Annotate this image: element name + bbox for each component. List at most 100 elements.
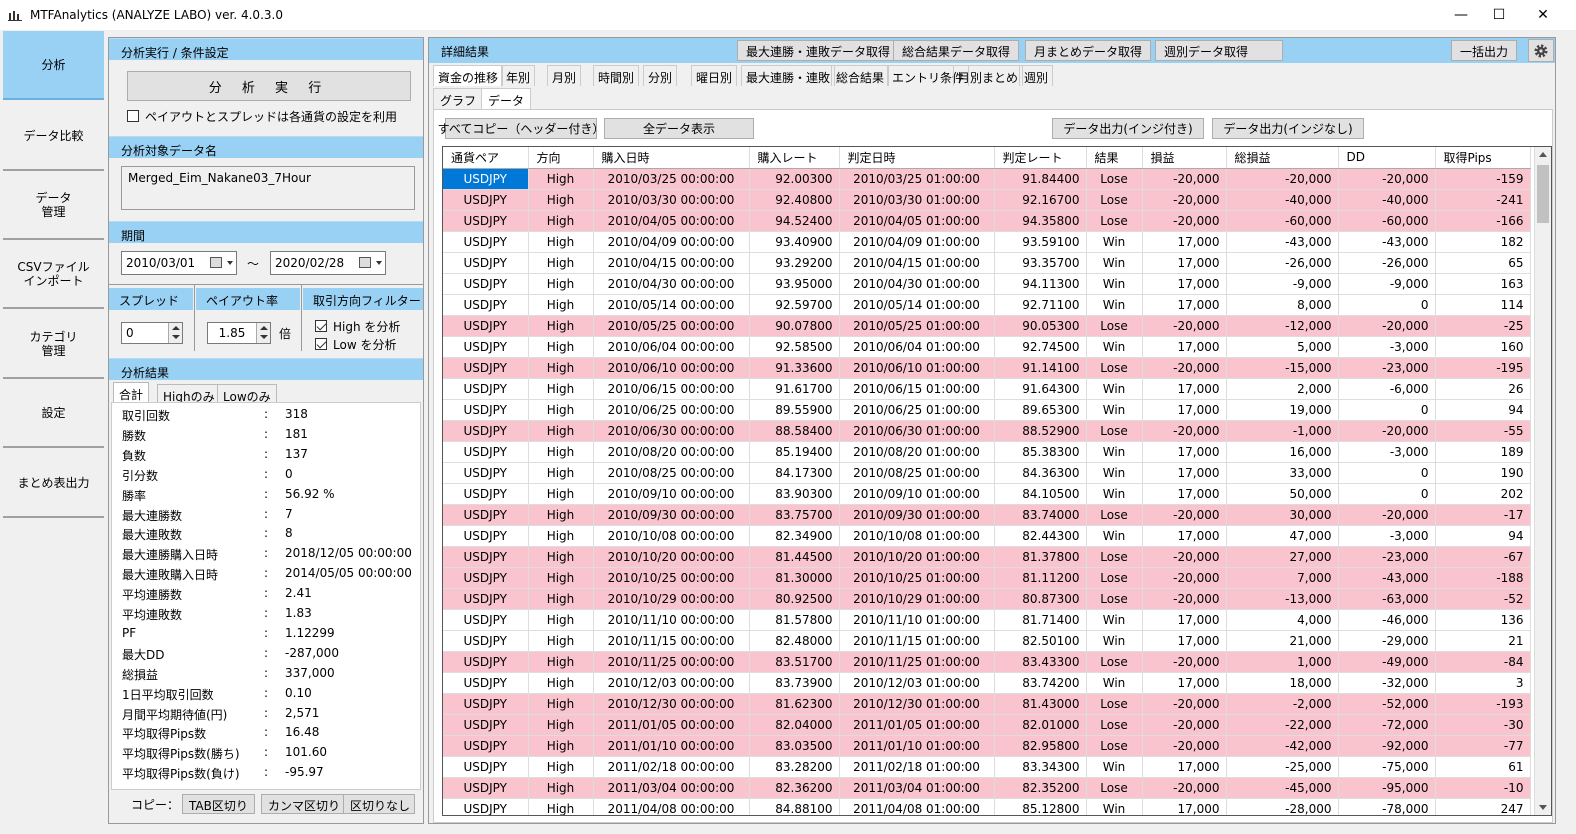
- table-cell[interactable]: -40,000: [1338, 189, 1436, 211]
- result-tab-low[interactable]: Lowのみ: [217, 384, 277, 404]
- table-cell[interactable]: 82.48000: [749, 630, 840, 652]
- table-cell[interactable]: High: [528, 714, 594, 736]
- table-cell[interactable]: Lose: [1086, 546, 1143, 568]
- table-cell[interactable]: High: [528, 420, 594, 442]
- spread-stepper[interactable]: 0: [121, 322, 183, 344]
- table-cell[interactable]: USDJPY: [443, 588, 529, 610]
- table-cell[interactable]: High: [528, 756, 594, 778]
- table-cell[interactable]: -52: [1435, 588, 1531, 610]
- table-cell[interactable]: 182: [1435, 231, 1531, 253]
- table-row[interactable]: USDJPY High 2010/10/08 00:00:00 82.34900 201…: [443, 525, 1531, 547]
- table-cell[interactable]: -20,000: [1142, 567, 1227, 589]
- table-cell[interactable]: 0: [1338, 462, 1436, 484]
- table-cell[interactable]: 2010/11/25 00:00:00: [593, 651, 750, 673]
- table-cell[interactable]: Win: [1086, 756, 1143, 778]
- minimize-button[interactable]: —: [1441, 2, 1481, 28]
- table-cell[interactable]: USDJPY: [443, 651, 529, 673]
- table-cell[interactable]: 65: [1435, 252, 1531, 274]
- table-cell[interactable]: 81.44500: [749, 546, 840, 568]
- column-header[interactable]: 結果: [1086, 147, 1143, 169]
- table-cell[interactable]: 2010/05/14 00:00:00: [593, 294, 750, 316]
- main-tab-7[interactable]: 総合結果: [831, 65, 890, 86]
- table-cell[interactable]: Win: [1086, 378, 1143, 400]
- table-cell[interactable]: 2011/04/08 01:00:00: [839, 798, 995, 815]
- table-cell[interactable]: 83.34300: [994, 756, 1087, 778]
- table-cell[interactable]: USDJPY: [443, 756, 529, 778]
- table-cell[interactable]: 2010/06/30 00:00:00: [593, 420, 750, 442]
- table-cell[interactable]: 85.12800: [994, 798, 1087, 815]
- table-cell[interactable]: -84: [1435, 651, 1531, 673]
- table-cell[interactable]: -30: [1435, 714, 1531, 736]
- table-cell[interactable]: -2,000: [1226, 693, 1339, 715]
- table-cell[interactable]: 2010/12/30 01:00:00: [839, 693, 995, 715]
- table-cell[interactable]: 81.71400: [994, 609, 1087, 631]
- table-cell[interactable]: 2010/04/15 00:00:00: [593, 252, 750, 274]
- table-cell[interactable]: Lose: [1086, 777, 1143, 799]
- table-row[interactable]: USDJPY High 2010/06/15 00:00:00 91.61700 201…: [443, 378, 1531, 400]
- table-cell[interactable]: 30,000: [1226, 504, 1339, 526]
- table-cell[interactable]: -49,000: [1338, 651, 1436, 673]
- table-cell[interactable]: 17,000: [1142, 630, 1227, 652]
- table-row[interactable]: USDJPY High 2010/10/20 00:00:00 81.44500 201…: [443, 546, 1531, 568]
- close-button[interactable]: ✕: [1523, 2, 1563, 28]
- table-row[interactable]: USDJPY High 2010/10/29 00:00:00 80.92500 201…: [443, 588, 1531, 610]
- table-cell[interactable]: 0: [1338, 294, 1436, 316]
- table-cell[interactable]: 83.73900: [749, 672, 840, 694]
- table-cell[interactable]: 94.35800: [994, 210, 1087, 232]
- table-cell[interactable]: -45,000: [1226, 777, 1339, 799]
- table-cell[interactable]: 2010/10/29 00:00:00: [593, 588, 750, 610]
- column-header[interactable]: 通貨ペア: [443, 147, 529, 169]
- subtab-graph[interactable]: グラフ: [433, 88, 484, 109]
- table-cell[interactable]: 91.14100: [994, 357, 1087, 379]
- table-cell[interactable]: USDJPY: [443, 441, 529, 463]
- table-cell[interactable]: 2011/01/10 00:00:00: [593, 735, 750, 757]
- scroll-thumb[interactable]: [1537, 165, 1549, 223]
- table-cell[interactable]: High: [528, 357, 594, 379]
- table-row[interactable]: USDJPY High 2010/06/04 00:00:00 92.58500 201…: [443, 336, 1531, 358]
- date-to-picker[interactable]: 2020/02/28: [270, 251, 386, 275]
- table-cell[interactable]: Lose: [1086, 168, 1143, 190]
- table-cell[interactable]: -9,000: [1226, 273, 1339, 295]
- table-cell[interactable]: 2010/06/30 01:00:00: [839, 420, 995, 442]
- table-cell[interactable]: 2010/11/15 00:00:00: [593, 630, 750, 652]
- table-cell[interactable]: -92,000: [1338, 735, 1436, 757]
- table-cell[interactable]: 2011/02/18 00:00:00: [593, 756, 750, 778]
- table-cell[interactable]: 89.65300: [994, 399, 1087, 421]
- table-cell[interactable]: Lose: [1086, 693, 1143, 715]
- table-cell[interactable]: -20,000: [1142, 693, 1227, 715]
- table-cell[interactable]: Win: [1086, 462, 1143, 484]
- table-cell[interactable]: 84.88100: [749, 798, 840, 815]
- table-cell[interactable]: -20,000: [1142, 357, 1227, 379]
- table-cell[interactable]: -20,000: [1142, 546, 1227, 568]
- table-cell[interactable]: High: [528, 399, 594, 421]
- table-cell[interactable]: 2010/11/10 00:00:00: [593, 609, 750, 631]
- table-cell[interactable]: 17,000: [1142, 756, 1227, 778]
- table-cell[interactable]: Lose: [1086, 420, 1143, 442]
- table-cell[interactable]: 2010/05/14 01:00:00: [839, 294, 995, 316]
- table-cell[interactable]: 2010/05/25 01:00:00: [839, 315, 995, 337]
- table-cell[interactable]: -20,000: [1338, 504, 1436, 526]
- table-cell[interactable]: High: [528, 462, 594, 484]
- table-cell[interactable]: USDJPY: [443, 546, 529, 568]
- table-cell[interactable]: Win: [1086, 630, 1143, 652]
- table-cell[interactable]: 2010/10/25 01:00:00: [839, 567, 995, 589]
- table-cell[interactable]: High: [528, 273, 594, 295]
- table-cell[interactable]: 0: [1338, 483, 1436, 505]
- table-cell[interactable]: 84.10500: [994, 483, 1087, 505]
- table-cell[interactable]: 2010/06/25 01:00:00: [839, 399, 995, 421]
- table-cell[interactable]: 80.87300: [994, 588, 1087, 610]
- table-cell[interactable]: 2010/09/30 00:00:00: [593, 504, 750, 526]
- table-cell[interactable]: -20,000: [1142, 189, 1227, 211]
- table-cell[interactable]: Lose: [1086, 357, 1143, 379]
- table-cell[interactable]: USDJPY: [443, 252, 529, 274]
- table-cell[interactable]: High: [528, 693, 594, 715]
- table-cell[interactable]: 7,000: [1226, 567, 1339, 589]
- run-analysis-button[interactable]: 分 析 実 行: [127, 71, 411, 101]
- table-row[interactable]: USDJPY High 2010/05/14 00:00:00 92.59700 201…: [443, 294, 1531, 316]
- table-cell[interactable]: High: [528, 336, 594, 358]
- column-header[interactable]: 取得Pips: [1435, 147, 1531, 169]
- table-cell[interactable]: Win: [1086, 441, 1143, 463]
- table-cell[interactable]: 2010/10/25 00:00:00: [593, 567, 750, 589]
- table-cell[interactable]: USDJPY: [443, 672, 529, 694]
- table-cell[interactable]: 202: [1435, 483, 1531, 505]
